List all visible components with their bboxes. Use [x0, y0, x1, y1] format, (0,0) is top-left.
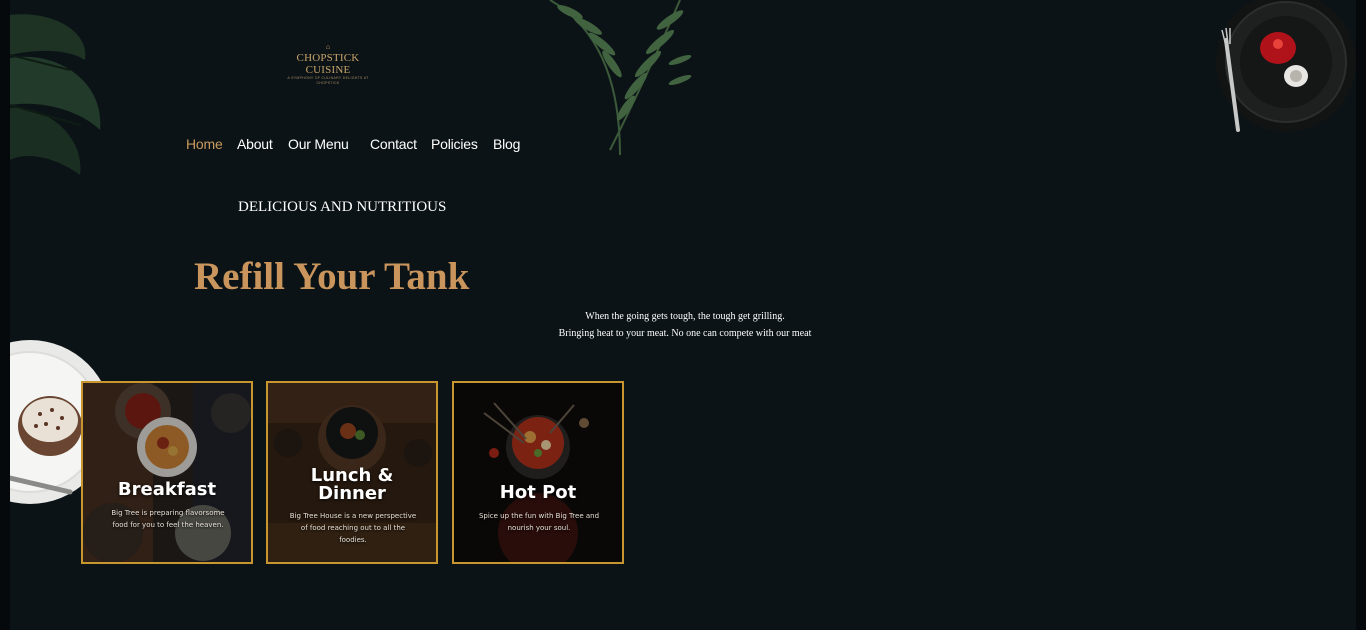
- menu-card-breakfast[interactable]: Breakfast Big Tree is preparing flavorso…: [81, 381, 253, 564]
- logo-name: CHOPSTICK CUISINE: [296, 52, 360, 76]
- hero-tagline: When the going gets tough, the tough get…: [540, 308, 830, 342]
- logo-tagline: A SYMPHONY OF CULINARY DELIGHTS AT CHOPS…: [287, 76, 369, 85]
- fern-decoration: [549, 0, 692, 156]
- nav-policies[interactable]: Policies: [431, 136, 478, 152]
- nav-our-menu[interactable]: Our Menu: [288, 136, 349, 152]
- card-description-lunch-dinner: Big Tree House is a new perspective of f…: [289, 512, 417, 544]
- page: ⌂ CHOPSTICK CUISINE A SYMPHONY OF CULINA…: [0, 0, 1366, 630]
- nav-home[interactable]: Home: [186, 136, 223, 152]
- nav-about[interactable]: About: [237, 136, 273, 152]
- dessert-plate-decoration: [1216, 0, 1356, 132]
- hero-tagline-line1: When the going gets tough, the tough get…: [585, 311, 785, 322]
- breakfast-food-image: [83, 383, 251, 562]
- hero-tagline-line2: Bringing heat to your meat. No one can c…: [558, 328, 812, 339]
- logo-emblem-icon: ⌂: [325, 44, 331, 51]
- menu-card-hot-pot[interactable]: Hot Pot Spice up the fun with Big Tree a…: [452, 381, 624, 564]
- card-title-breakfast: Breakfast: [117, 479, 217, 500]
- hot-pot-food-image: [454, 383, 622, 562]
- nav-blog[interactable]: Blog: [493, 136, 520, 152]
- hero-headline: Refill Your Tank: [194, 255, 470, 298]
- menu-card-lunch-dinner[interactable]: Lunch & Dinner Big Tree House is a new p…: [266, 381, 438, 564]
- site-logo[interactable]: ⌂ CHOPSTICK CUISINE A SYMPHONY OF CULINA…: [278, 44, 378, 85]
- hero-eyebrow: DELICIOUS AND NUTRITIOUS: [238, 199, 447, 215]
- card-description-breakfast: Big Tree is preparing flavorsome food fo…: [111, 509, 225, 529]
- nav-contact[interactable]: Contact: [370, 136, 417, 152]
- card-title-hot-pot: Hot Pot: [499, 482, 577, 503]
- card-title-lunch-dinner-line2: Dinner: [318, 483, 386, 504]
- monstera-leaf-decoration: [10, 14, 101, 175]
- card-description-hot-pot: Spice up the fun with Big Tree and nouri…: [478, 512, 600, 532]
- left-edge: [0, 0, 10, 630]
